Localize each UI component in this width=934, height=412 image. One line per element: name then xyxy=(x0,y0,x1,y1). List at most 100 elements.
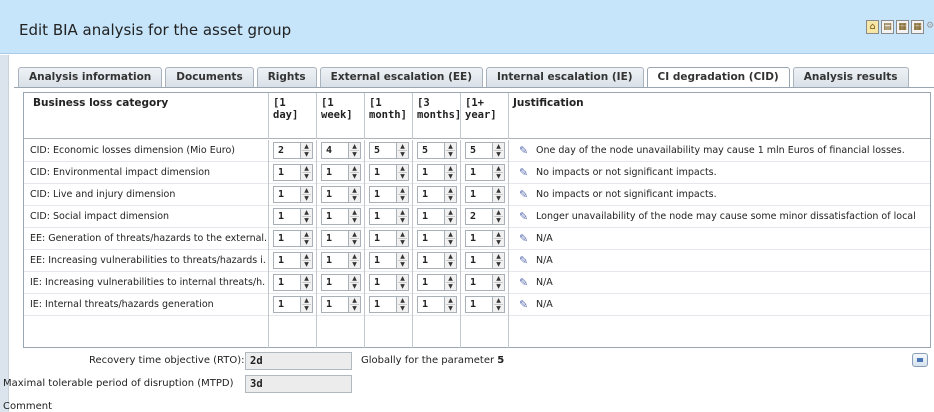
header-1-week[interactable]: [1 week] xyxy=(317,93,365,139)
stepper-up-icon[interactable]: ▲ xyxy=(350,143,359,150)
stepper-down-icon[interactable]: ▼ xyxy=(446,238,455,246)
value-stepper[interactable]: 1 ▲ ▼ xyxy=(321,252,361,269)
tab-ci-degradation[interactable]: CI degradation (CID) xyxy=(646,67,790,88)
export-icon[interactable]: ▦ xyxy=(911,20,924,34)
stepper-down-icon[interactable]: ▼ xyxy=(398,238,407,246)
home-icon[interactable]: ⌂ xyxy=(866,20,879,34)
value-stepper[interactable]: 1 ▲ ▼ xyxy=(417,274,457,291)
stepper-value[interactable]: 1 xyxy=(470,255,476,266)
stepper-up-icon[interactable]: ▲ xyxy=(302,187,311,194)
stepper-value[interactable]: 1 xyxy=(326,233,332,244)
stepper-up-icon[interactable]: ▲ xyxy=(494,297,503,304)
stepper-value[interactable]: 1 xyxy=(422,255,428,266)
value-stepper[interactable]: 4 ▲ ▼ xyxy=(321,142,361,159)
tab-rights[interactable]: Rights xyxy=(256,67,317,87)
stepper-down-icon[interactable]: ▼ xyxy=(494,216,503,224)
value-stepper[interactable]: 5 ▲ ▼ xyxy=(465,142,505,159)
value-stepper[interactable]: 5 ▲ ▼ xyxy=(369,142,409,159)
stepper-up-icon[interactable]: ▲ xyxy=(446,165,455,172)
stepper-down-icon[interactable]: ▼ xyxy=(398,194,407,202)
stepper-up-icon[interactable]: ▲ xyxy=(302,165,311,172)
stepper-value[interactable]: 2 xyxy=(278,145,284,156)
stepper-down-icon[interactable]: ▼ xyxy=(494,194,503,202)
stepper-up-icon[interactable]: ▲ xyxy=(398,187,407,194)
value-stepper[interactable]: 1 ▲ ▼ xyxy=(417,164,457,181)
stepper-down-icon[interactable]: ▼ xyxy=(302,304,311,312)
stepper-value[interactable]: 1 xyxy=(374,167,380,178)
stepper-up-icon[interactable]: ▲ xyxy=(446,253,455,260)
tab-internal-escalation[interactable]: Internal escalation (IE) xyxy=(486,67,644,87)
stepper-up-icon[interactable]: ▲ xyxy=(494,253,503,260)
value-stepper[interactable]: 1 ▲ ▼ xyxy=(273,230,313,247)
stepper-down-icon[interactable]: ▼ xyxy=(302,260,311,268)
stepper-value[interactable]: 1 xyxy=(374,233,380,244)
stepper-value[interactable]: 1 xyxy=(326,299,332,310)
value-stepper[interactable]: 1 ▲ ▼ xyxy=(369,252,409,269)
stepper-value[interactable]: 1 xyxy=(326,277,332,288)
stepper-value[interactable]: 1 xyxy=(422,299,428,310)
stepper-value[interactable]: 1 xyxy=(470,189,476,200)
stepper-down-icon[interactable]: ▼ xyxy=(446,304,455,312)
value-stepper[interactable]: 2 ▲ ▼ xyxy=(465,208,505,225)
stepper-value[interactable]: 1 xyxy=(470,233,476,244)
stepper-down-icon[interactable]: ▼ xyxy=(302,282,311,290)
stepper-down-icon[interactable]: ▼ xyxy=(446,216,455,224)
stepper-up-icon[interactable]: ▲ xyxy=(446,231,455,238)
stepper-up-icon[interactable]: ▲ xyxy=(494,165,503,172)
stepper-up-icon[interactable]: ▲ xyxy=(350,275,359,282)
stepper-value[interactable]: 1 xyxy=(422,277,428,288)
header-3-months[interactable]: [3 months] xyxy=(413,93,461,139)
stepper-value[interactable]: 1 xyxy=(470,167,476,178)
tab-documents[interactable]: Documents xyxy=(165,67,254,87)
stepper-value[interactable]: 5 xyxy=(374,145,380,156)
stepper-up-icon[interactable]: ▲ xyxy=(398,275,407,282)
edit-pencil-icon[interactable]: ✎ xyxy=(519,232,528,245)
value-stepper[interactable]: 1 ▲ ▼ xyxy=(417,186,457,203)
value-stepper[interactable]: 1 ▲ ▼ xyxy=(369,186,409,203)
stepper-value[interactable]: 1 xyxy=(374,299,380,310)
stepper-value[interactable]: 1 xyxy=(422,167,428,178)
stepper-up-icon[interactable]: ▲ xyxy=(494,143,503,150)
stepper-up-icon[interactable]: ▲ xyxy=(302,297,311,304)
stepper-up-icon[interactable]: ▲ xyxy=(302,209,311,216)
grid-toggle-button[interactable] xyxy=(912,353,928,367)
stepper-up-icon[interactable]: ▲ xyxy=(398,143,407,150)
value-stepper[interactable]: 5 ▲ ▼ xyxy=(417,142,457,159)
value-stepper[interactable]: 1 ▲ ▼ xyxy=(321,230,361,247)
stepper-value[interactable]: 5 xyxy=(470,145,476,156)
value-stepper[interactable]: 1 ▲ ▼ xyxy=(465,186,505,203)
stepper-up-icon[interactable]: ▲ xyxy=(446,275,455,282)
stepper-value[interactable]: 1 xyxy=(278,255,284,266)
stepper-up-icon[interactable]: ▲ xyxy=(350,253,359,260)
value-stepper[interactable]: 1 ▲ ▼ xyxy=(321,296,361,313)
stepper-up-icon[interactable]: ▲ xyxy=(446,297,455,304)
stepper-up-icon[interactable]: ▲ xyxy=(398,165,407,172)
edit-pencil-icon[interactable]: ✎ xyxy=(519,254,528,267)
edit-pencil-icon[interactable]: ✎ xyxy=(519,166,528,179)
stepper-value[interactable]: 1 xyxy=(374,189,380,200)
stepper-up-icon[interactable]: ▲ xyxy=(350,187,359,194)
stepper-down-icon[interactable]: ▼ xyxy=(398,172,407,180)
stepper-up-icon[interactable]: ▲ xyxy=(302,253,311,260)
stepper-value[interactable]: 1 xyxy=(326,211,332,222)
stepper-down-icon[interactable]: ▼ xyxy=(446,260,455,268)
value-stepper[interactable]: 1 ▲ ▼ xyxy=(273,296,313,313)
stepper-down-icon[interactable]: ▼ xyxy=(494,150,503,158)
stepper-down-icon[interactable]: ▼ xyxy=(350,304,359,312)
stepper-down-icon[interactable]: ▼ xyxy=(446,282,455,290)
stepper-down-icon[interactable]: ▼ xyxy=(398,150,407,158)
stepper-value[interactable]: 2 xyxy=(470,211,476,222)
stepper-up-icon[interactable]: ▲ xyxy=(446,187,455,194)
edit-pencil-icon[interactable]: ✎ xyxy=(519,144,528,157)
stepper-value[interactable]: 1 xyxy=(278,277,284,288)
stepper-down-icon[interactable]: ▼ xyxy=(446,194,455,202)
stepper-value[interactable]: 1 xyxy=(326,167,332,178)
value-stepper[interactable]: 1 ▲ ▼ xyxy=(465,274,505,291)
value-stepper[interactable]: 1 ▲ ▼ xyxy=(321,208,361,225)
stepper-value[interactable]: 1 xyxy=(278,233,284,244)
stepper-value[interactable]: 1 xyxy=(326,255,332,266)
stepper-up-icon[interactable]: ▲ xyxy=(446,209,455,216)
value-stepper[interactable]: 1 ▲ ▼ xyxy=(369,164,409,181)
stepper-down-icon[interactable]: ▼ xyxy=(494,304,503,312)
value-stepper[interactable]: 1 ▲ ▼ xyxy=(369,208,409,225)
